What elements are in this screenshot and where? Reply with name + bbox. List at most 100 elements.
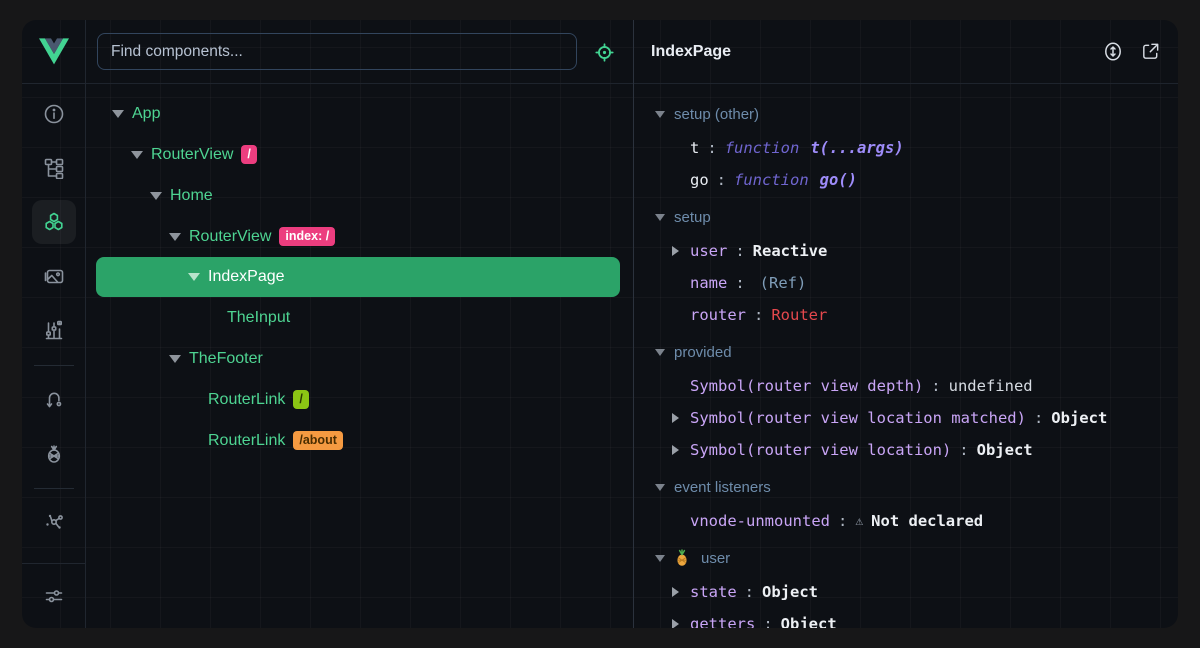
section-provided: provided Symbol(router view depth) : und… [634,334,1178,466]
tree-node-home[interactable]: Home [86,175,633,216]
section-header[interactable]: event listeners [634,469,1178,505]
sidebar-item-graph[interactable] [32,500,76,544]
target-icon [594,42,615,63]
state-keyword: function [734,171,809,189]
chevron-down-icon [655,484,665,491]
sidebar-divider [34,488,74,489]
state-row[interactable]: go : function go() [634,164,1178,196]
route-badge: / [241,145,256,165]
state-key: Symbol(router view depth) [690,377,923,395]
state-value: Object [1051,409,1107,427]
chevron-right-icon[interactable] [672,413,679,423]
chevron-right-icon[interactable] [672,587,679,597]
tree-node-label: Home [170,187,213,205]
state-row[interactable]: Symbol(router view location) : Object [634,434,1178,466]
chevron-right-icon[interactable] [672,619,679,628]
sidebar [22,20,86,628]
state-value: Not declared [871,512,983,530]
state-key: vnode-unmounted [690,512,830,530]
sidebar-item-assets[interactable] [32,254,76,298]
tree-node-routerview[interactable]: RouterView / [86,134,633,175]
tree-node-label: RouterView [151,146,233,164]
section-user-store: user state : Object getters : Object [634,540,1178,628]
sidebar-item-components[interactable] [32,200,76,244]
tree-node-routerlink-about[interactable]: RouterLink /about [86,420,633,461]
state-row[interactable]: Symbol(router view location matched) : O… [634,402,1178,434]
tree-node-theinput[interactable]: TheInput [86,297,633,338]
tree-node-label: RouterLink [208,391,285,409]
state-value: Object [781,615,837,628]
tree-node-indexpage-selected[interactable]: IndexPage [96,257,620,297]
warning-icon: ⚠ [855,514,863,529]
external-link-icon [1140,41,1161,62]
state-row[interactable]: router : Router [634,299,1178,331]
section-header[interactable]: provided [634,334,1178,370]
state-value: Object [762,583,818,601]
state-row[interactable]: Symbol(router view depth) : undefined [634,370,1178,402]
sidebar-item-overview[interactable] [32,92,76,136]
section-event-listeners: event listeners vnode-unmounted : ⚠ Not … [634,469,1178,537]
state-key: Symbol(router view location matched) [690,409,1026,427]
section-label: setup (other) [674,106,759,123]
chevron-down-icon[interactable] [169,233,181,241]
sidebar-item-timeline[interactable] [32,308,76,352]
state-row[interactable]: user : Reactive [634,235,1178,267]
state-value: undefined [949,377,1033,395]
state-key: getters [690,615,755,628]
panel-splitter[interactable] [633,20,634,628]
chevron-down-icon[interactable] [169,355,181,363]
state-value: go() [820,171,857,189]
chevron-right-icon[interactable] [672,246,679,256]
state-value: Object [977,441,1033,459]
state-row[interactable]: name : (Ref) [634,267,1178,299]
sidebar-item-router[interactable] [32,377,76,421]
chevron-down-icon [655,214,665,221]
tree-node-app[interactable]: App [86,93,633,134]
chevron-down-icon[interactable] [188,273,200,281]
chevron-down-icon[interactable] [112,110,124,118]
state-row[interactable]: vnode-unmounted : ⚠ Not declared [634,505,1178,537]
route-badge: index: / [279,227,335,247]
state-value: Reactive [753,242,828,260]
components-icon [43,211,65,233]
sidebar-item-settings[interactable] [32,574,76,618]
section-header[interactable]: setup [634,199,1178,235]
scroll-to-component-button[interactable] [1101,40,1125,64]
inspector-header: IndexPage [633,20,1178,83]
search-input[interactable] [97,33,577,70]
state-row[interactable]: getters : Object [634,608,1178,628]
state-key: Symbol(router view location) [690,441,951,459]
chevron-down-icon [655,349,665,356]
router-icon [43,388,65,410]
state-key: router [690,306,746,324]
tree-node-routerview-index[interactable]: RouterView index: / [86,216,633,257]
sidebar-item-pinia[interactable] [32,431,76,475]
tree-node-label: RouterView [189,228,271,246]
section-label: provided [674,344,732,361]
state-key: t [690,139,699,157]
chevron-right-icon[interactable] [672,445,679,455]
section-header[interactable]: setup (other) [634,96,1178,132]
tree-node-thefooter[interactable]: TheFooter [86,338,633,379]
state-inspector: setup (other) t : function t(...args) go… [634,84,1178,628]
pinia-store-icon [674,549,690,567]
state-row[interactable]: t : function t(...args) [634,132,1178,164]
inspector-title: IndexPage [651,43,731,61]
section-label: event listeners [674,479,771,496]
info-icon [43,103,65,125]
sidebar-item-pages[interactable] [32,146,76,190]
chevron-down-icon[interactable] [150,192,162,200]
tree-node-routerlink-home[interactable]: RouterLink / [86,379,633,420]
section-header[interactable]: user [634,540,1178,576]
open-in-editor-button[interactable] [1138,40,1162,64]
state-value: Router [771,306,827,324]
sidebar-divider [34,365,74,366]
settings-icon [43,585,65,607]
state-key: name [690,274,727,292]
state-row[interactable]: state : Object [634,576,1178,608]
select-component-button[interactable] [592,40,616,64]
section-label: user [701,550,730,567]
chevron-down-icon[interactable] [131,151,143,159]
tree-node-label: TheFooter [189,350,263,368]
section-setup: setup user : Reactive name : (Ref) route… [634,199,1178,331]
